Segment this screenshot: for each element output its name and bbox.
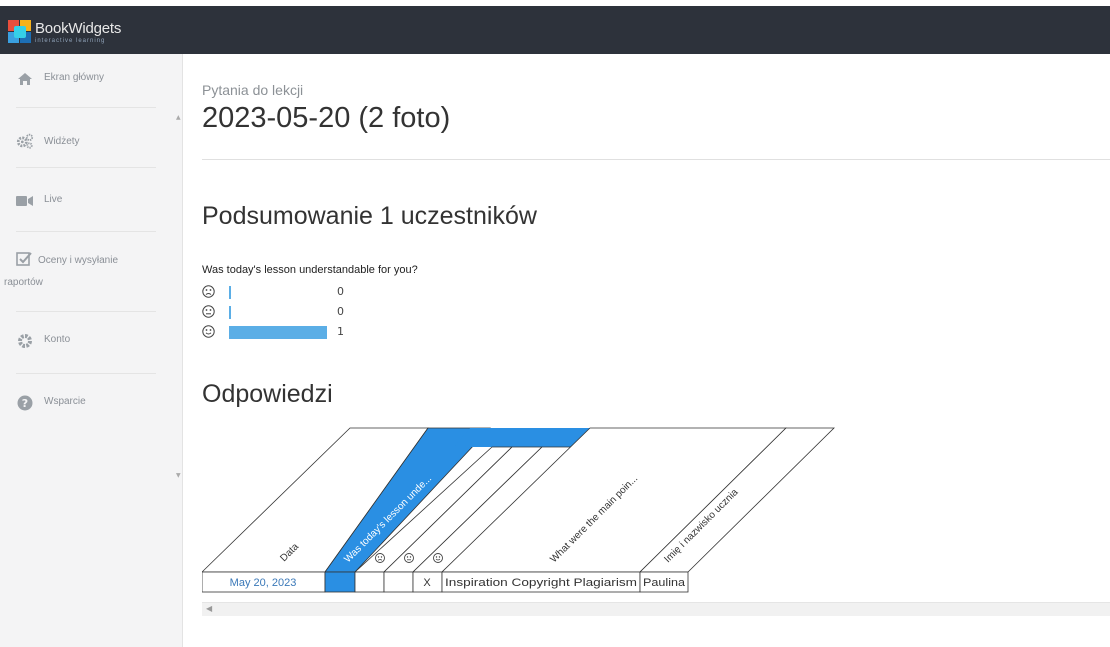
cell-neutral[interactable] (383, 571, 414, 593)
gear-icon (16, 332, 34, 350)
cell-question-1[interactable] (324, 571, 356, 593)
summary-count-neutral: 0 (337, 305, 344, 318)
summary-count-sad: 0 (337, 285, 344, 298)
sidebar-item-live[interactable]: Live (16, 192, 156, 232)
video-camera-icon (16, 192, 34, 210)
answers-table: Data Was today's lesson unde... What wer… (202, 427, 835, 593)
sidebar-item-grades[interactable]: Oceny i wysyłanie raportów (4, 250, 156, 312)
top-bar: BookWidgets interactive learning (0, 6, 1110, 54)
scroll-left-icon[interactable]: ◀ (206, 604, 212, 613)
sad-face-icon (202, 285, 215, 298)
sidebar-item-widgets[interactable]: Widżety (16, 126, 156, 168)
bookwidgets-logo[interactable]: BookWidgets interactive learning (8, 14, 156, 50)
summary-bar-happy (229, 326, 327, 339)
logo-mark-icon (8, 20, 32, 44)
header-sad-face-icon (375, 553, 385, 563)
main-content: Pytania do lekcji 2023-05-20 (2 foto) Po… (202, 54, 1110, 647)
question-circle-icon: ? (16, 394, 34, 412)
page-subtitle: Pytania do lekcji (202, 82, 304, 98)
sidebar-item-label: Wsparcie (44, 396, 86, 407)
sidebar-item-label: Konto (44, 334, 71, 345)
sidebar-item-account[interactable]: Konto (16, 332, 156, 374)
header-neutral-face-icon (404, 553, 414, 563)
neutral-face-icon (202, 305, 215, 318)
cell-happy-value: X (423, 577, 431, 589)
summary-bar-neutral (229, 306, 231, 319)
brand-tagline: interactive learning (35, 37, 106, 44)
gears-icon (16, 132, 34, 150)
happy-face-icon (202, 325, 215, 338)
cell-sad[interactable] (354, 571, 385, 593)
brand-name: BookWidgets (35, 19, 122, 37)
summary-heading: Podsumowanie 1 uczestników (202, 202, 537, 230)
summary-question: Was today's lesson understandable for yo… (202, 264, 418, 276)
sidebar-item-home[interactable]: Ekran główny (16, 70, 156, 108)
page-title: 2023-05-20 (2 foto) (202, 102, 451, 134)
scroll-down-icon[interactable]: ▼ (176, 472, 181, 479)
checkbox-icon (16, 250, 34, 268)
cell-main-points-value: Inspiration Copyright Plagiarism (445, 577, 637, 589)
summary-row-happy: 1 (202, 324, 402, 340)
scroll-up-icon[interactable]: ▲ (176, 114, 181, 121)
sidebar-item-support[interactable]: ? Wsparcie (16, 394, 156, 428)
summary-row-sad: 0 (202, 284, 402, 300)
summary-row-neutral: 0 (202, 304, 402, 320)
sidebar-item-label: Widżety (44, 136, 80, 147)
home-icon (16, 70, 34, 88)
header-happy-face-icon (433, 553, 443, 563)
summary-bar-sad (229, 286, 231, 299)
sidebar: Ekran główny Widżety Live Oceny i wysyła… (0, 54, 183, 647)
sidebar-item-label: Ekran główny (44, 72, 105, 83)
cell-student-name-value: Paulina (643, 577, 686, 589)
divider (202, 159, 1110, 160)
svg-text:?: ? (22, 397, 28, 410)
answers-horizontal-scrollbar[interactable]: ◀ (202, 602, 1110, 616)
sidebar-scrollbar[interactable] (174, 110, 182, 490)
sidebar-item-label: Live (44, 194, 63, 205)
summary-count-happy: 1 (337, 325, 344, 338)
cell-date-value[interactable]: May 20, 2023 (230, 577, 297, 589)
header-question-1-top (454, 428, 590, 447)
answers-heading: Odpowiedzi (202, 380, 333, 408)
